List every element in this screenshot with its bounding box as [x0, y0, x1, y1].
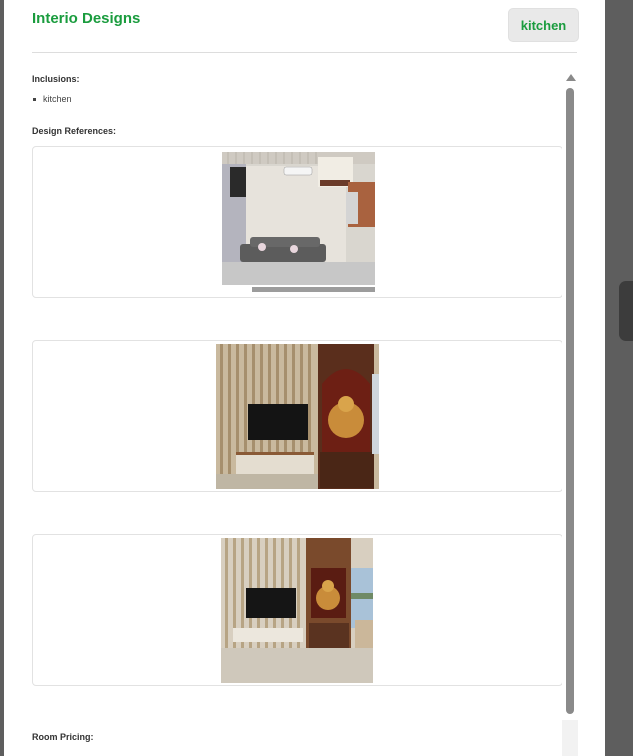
- design-reference-image[interactable]: [221, 538, 373, 683]
- bullet-icon: [33, 97, 36, 101]
- side-panel-handle[interactable]: [619, 281, 633, 341]
- design-reference-image[interactable]: [216, 344, 379, 489]
- inclusion-item-label: kitchen: [43, 94, 72, 104]
- inclusion-item: kitchen: [32, 94, 72, 104]
- design-reference-card: [32, 534, 562, 686]
- room-pricing-label: Room Pricing:: [32, 732, 94, 742]
- project-details-modal: Interio Designs kitchen Inclusions: kitc…: [4, 0, 605, 756]
- design-references-label: Design References:: [32, 126, 117, 136]
- scroll-up-icon[interactable]: [566, 74, 576, 81]
- room-badge[interactable]: kitchen: [508, 8, 579, 42]
- scrollbar-thumb[interactable]: [566, 88, 574, 714]
- inclusions-label: Inclusions:: [32, 74, 80, 84]
- header-divider: [32, 52, 577, 53]
- design-reference-card: [32, 146, 562, 298]
- design-reference-image[interactable]: [222, 152, 375, 295]
- content-scrollbar[interactable]: [565, 70, 577, 720]
- brand-title: Interio Designs: [32, 10, 141, 27]
- design-reference-card: [32, 340, 562, 492]
- bottom-strip: [562, 720, 578, 756]
- details-content: Inclusions: kitchen Design References: R…: [32, 64, 562, 756]
